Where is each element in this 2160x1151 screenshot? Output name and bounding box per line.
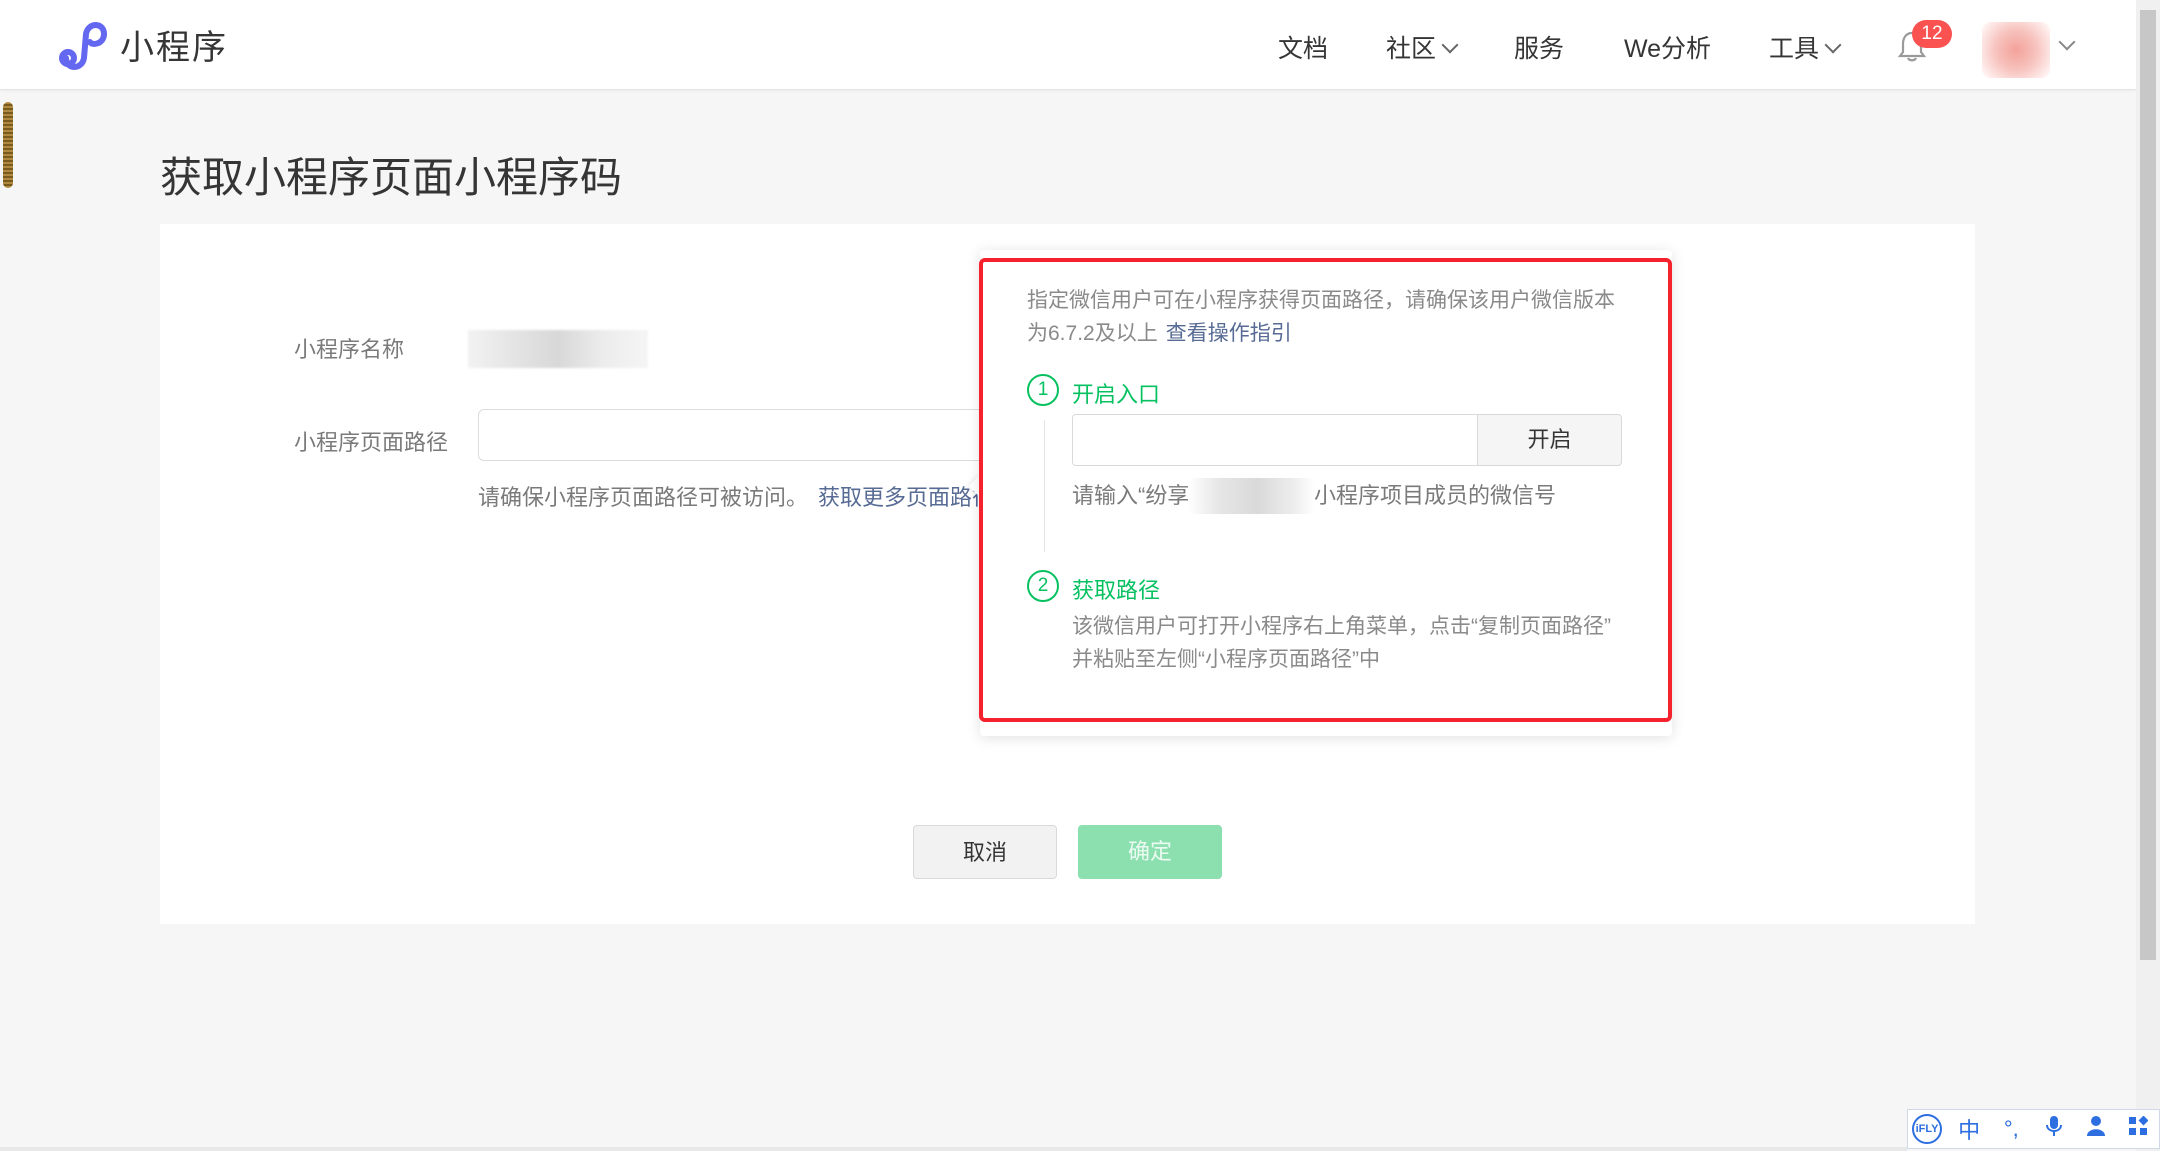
notification-badge[interactable]: 12 <box>1912 20 1952 48</box>
cancel-button[interactable]: 取消 <box>913 825 1057 879</box>
nav-community-label: 社区 <box>1386 35 1437 63</box>
ime-toolbar: iFLY 中 °, <box>1907 1109 2160 1149</box>
top-navbar: 小程序 文档 社区 服务 We分析 工具 12 <box>0 0 2136 90</box>
page-path-hint-text: 请确保小程序页面路径可被访问。 <box>478 485 809 510</box>
nav-tools-label: 工具 <box>1769 35 1820 63</box>
side-scroll-handle[interactable] <box>3 102 13 188</box>
miniprogram-name-label: 小程序名称 <box>294 337 405 362</box>
more-paths-link[interactable]: 获取更多页面路径 <box>818 485 994 510</box>
nav-tools[interactable]: 工具 <box>1769 29 1842 65</box>
chevron-down-icon[interactable] <box>2058 33 2076 51</box>
chevron-down-icon <box>1441 36 1459 54</box>
avatar[interactable] <box>1982 22 2050 78</box>
user-icon[interactable] <box>2075 1115 2117 1143</box>
microphone-icon[interactable] <box>2032 1115 2074 1143</box>
page-path-hint: 请确保小程序页面路径可被访问。 获取更多页面路径 <box>478 480 994 512</box>
ifly-logo-icon[interactable]: iFLY <box>1912 1114 1942 1144</box>
nav-services[interactable]: 服务 <box>1514 29 1564 65</box>
nav-docs[interactable]: 文档 <box>1278 29 1328 65</box>
brand-name[interactable]: 小程序 <box>120 20 228 69</box>
page-path-label: 小程序页面路径 <box>294 430 449 455</box>
miniprogram-logo-icon[interactable] <box>56 18 110 72</box>
bottom-scrollbar[interactable] <box>0 1147 1907 1151</box>
confirm-button[interactable]: 确定 <box>1078 825 1222 879</box>
chinese-mode-icon[interactable]: 中 <box>1948 1113 1990 1145</box>
scrollbar-thumb[interactable] <box>2140 10 2156 960</box>
punctuation-icon[interactable]: °, <box>1990 1116 2032 1142</box>
page-title: 获取小程序页面小程序码 <box>160 154 623 201</box>
page-path-input[interactable] <box>478 409 1018 461</box>
nav-community[interactable]: 社区 <box>1386 29 1459 65</box>
miniprogram-name-value-redacted <box>468 330 648 368</box>
chevron-down-icon <box>1824 36 1842 54</box>
nav-analytics[interactable]: We分析 <box>1624 29 1711 65</box>
apps-grid-icon[interactable] <box>2117 1115 2159 1142</box>
highlight-annotation-box <box>979 258 1672 722</box>
